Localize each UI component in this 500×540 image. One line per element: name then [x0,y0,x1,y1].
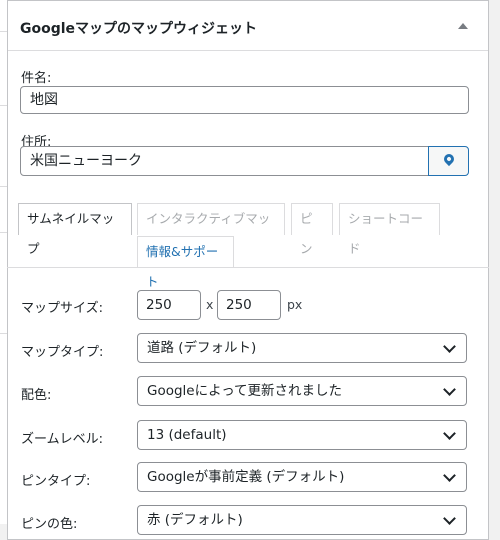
widget-title: Googleマップのマップウィジェット [20,21,258,37]
zoom-level-select[interactable]: 13 (default) [137,420,467,450]
subject-label: 件名: [21,71,52,86]
subject-input[interactable]: 地図 [20,86,469,114]
collapse-arrow-icon[interactable] [458,23,468,29]
pin-color-select[interactable]: 赤 (デフォルト) [137,505,467,535]
map-size-label: マップサイズ: [21,301,103,316]
tab-thumbnail-map[interactable]: サムネイルマップ [18,203,132,256]
map-widget-panel: Googleマップのマップウィジェット [7,0,489,540]
tabs-divider [7,267,489,268]
map-type-value: 道路 (デフォルト) [147,340,257,356]
pin-color-label: ピンの色: [21,517,78,532]
widget-header[interactable]: Googleマップのマップウィジェット [8,1,488,51]
pin-type-label: ピンタイプ: [21,474,91,489]
color-scheme-label: 配色: [21,388,52,403]
map-width-input[interactable]: 250 [137,290,201,320]
map-height-input[interactable]: 250 [217,290,281,320]
zoom-level-value: 13 (default) [147,427,227,443]
tab-interactive-map[interactable]: インタラクティブマップ [137,203,285,256]
pin-type-value: Googleが事前定義 (デフォルト) [147,469,345,485]
tab-shortcode[interactable]: ショートコード [339,203,440,256]
chevron-down-icon [443,427,456,440]
map-type-select[interactable]: 道路 (デフォルト) [137,333,467,363]
background-right [492,0,500,524]
map-pin-icon [441,151,457,167]
locate-button[interactable] [428,146,469,176]
zoom-level-label: ズームレベル: [21,432,103,447]
size-unit: px [287,297,303,312]
chevron-down-icon [443,512,456,525]
tab-pin[interactable]: ピン [291,203,333,256]
color-scheme-value: Googleによって更新されました [147,383,343,399]
size-separator: x [206,297,214,312]
address-input[interactable]: 米国ニューヨーク [20,146,429,176]
pin-color-value: 赤 (デフォルト) [147,512,243,528]
map-type-label: マップタイプ: [21,345,104,360]
chevron-down-icon [443,383,456,396]
chevron-down-icon [443,340,456,353]
chevron-down-icon [443,469,456,482]
tab-info-support[interactable]: 情報&サポート [137,236,234,289]
color-scheme-select[interactable]: Googleによって更新されました [137,376,467,406]
pin-type-select[interactable]: Googleが事前定義 (デフォルト) [137,462,467,492]
